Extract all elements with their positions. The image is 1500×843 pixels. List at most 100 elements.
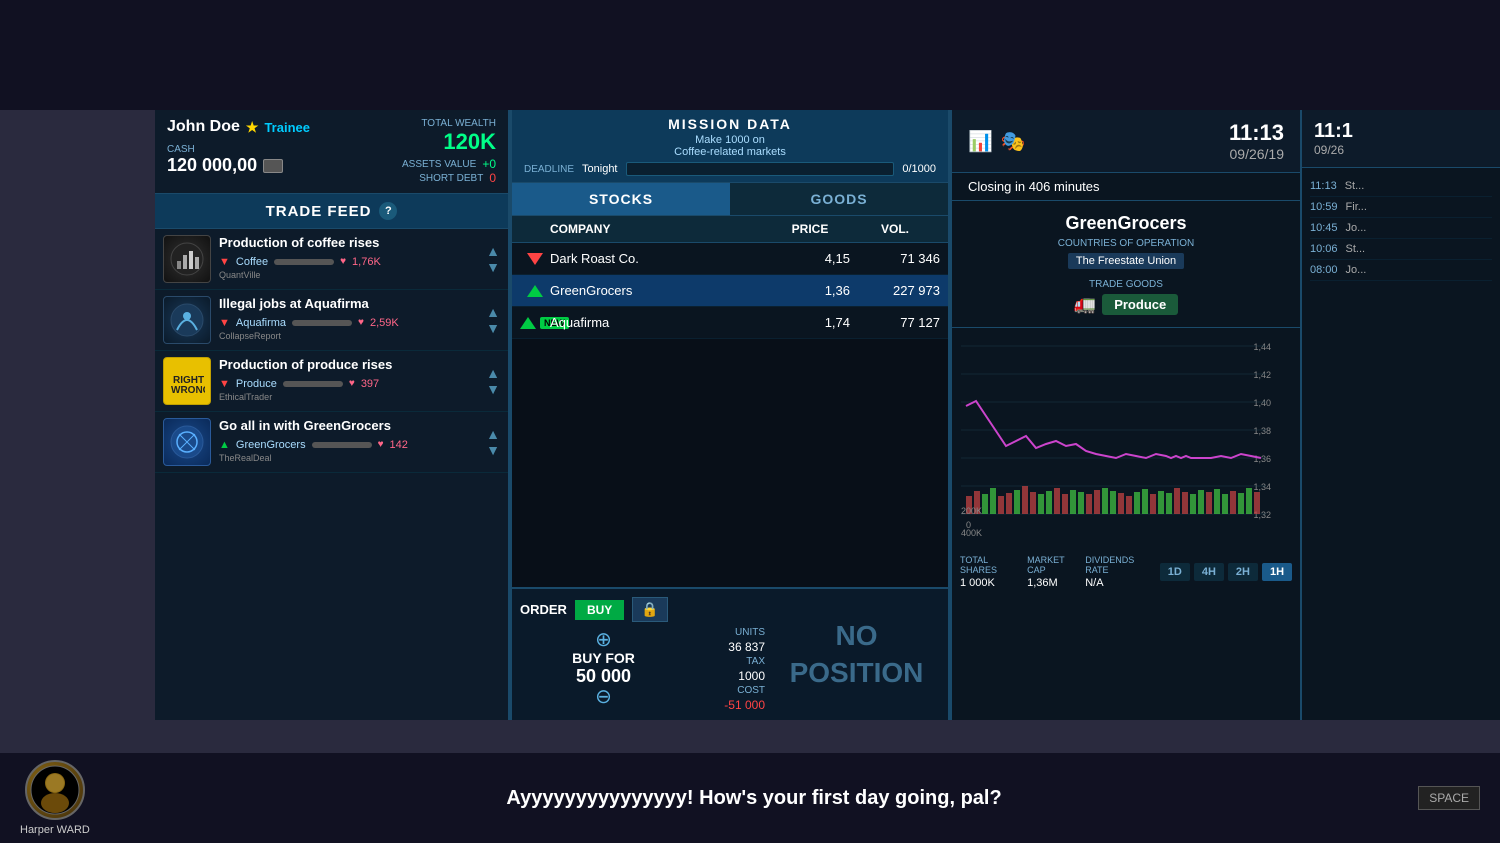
- activity-desc-2: Fir...: [1346, 201, 1367, 213]
- help-icon[interactable]: ?: [379, 202, 397, 220]
- table-row[interactable]: NEW Aquafirma 1,74 77 127: [512, 307, 948, 339]
- player-info: John Doe ★ Trainee CASH 120 000,00: [167, 118, 310, 176]
- clock-bar: 📊 🎭 11:13 09/26/19: [952, 110, 1300, 173]
- svg-text:1,34: 1,34: [1253, 482, 1271, 492]
- stock-name-2: GreenGrocers: [550, 283, 770, 298]
- stock-table-empty: [512, 339, 948, 587]
- trade-likes-1: 1,76K: [352, 256, 381, 268]
- trade-content-1: Production of coffee rises ▼ Coffee ♥ 1,…: [219, 235, 478, 283]
- activity-time-3: 10:45: [1310, 222, 1338, 234]
- upvote-btn-2[interactable]: ▲: [486, 305, 500, 319]
- list-item[interactable]: Go all in with GreenGrocers ▲ GreenGroce…: [155, 412, 508, 473]
- svg-text:1,36: 1,36: [1253, 454, 1271, 464]
- mask-icon: 🎭: [1001, 129, 1026, 154]
- stock-name-3: Aquafirma: [550, 315, 770, 330]
- downvote-btn-3[interactable]: ▼: [486, 382, 500, 396]
- list-item[interactable]: Production of coffee rises ▼ Coffee ♥ 1,…: [155, 229, 508, 290]
- timeframe-4h[interactable]: 4H: [1194, 563, 1224, 581]
- space-button[interactable]: SPACE: [1418, 786, 1480, 810]
- timeframe-2h[interactable]: 2H: [1228, 563, 1258, 581]
- chart-stat-shares: TOTAL SHARES 1 000K: [960, 555, 1027, 589]
- activity-time-5: 08:00: [1310, 264, 1338, 276]
- table-row[interactable]: Dark Roast Co. 4,15 71 346: [512, 243, 948, 275]
- activity-time-1: 11:13: [1310, 180, 1337, 192]
- closing-text: Closing in 406 minutes: [952, 173, 1300, 201]
- stock-trend-up-new: NEW: [520, 317, 550, 329]
- buy-button[interactable]: BUY: [575, 600, 624, 620]
- upvote-btn-1[interactable]: ▲: [486, 244, 500, 258]
- cash-value-row: 120 000,00: [167, 155, 310, 176]
- upvote-btn-3[interactable]: ▲: [486, 366, 500, 380]
- trade-details-3: ▼ Produce ♥ 397: [219, 378, 478, 390]
- wealth-section: TOTAL WEALTH 120K ASSETS VALUE +0 SHORT …: [402, 118, 496, 185]
- trade-ticker-1: Coffee: [236, 256, 268, 268]
- assets-row: ASSETS VALUE +0: [402, 157, 496, 171]
- trade-actions-3: ▲ ▼: [486, 357, 500, 405]
- list-item: 10:06 St...: [1310, 239, 1492, 260]
- market-cap-label: MARKET CAP: [1027, 555, 1085, 575]
- chart-stat-marketcap: MARKET CAP 1,36M: [1027, 555, 1085, 589]
- downvote-btn-2[interactable]: ▼: [486, 321, 500, 335]
- trade-goods-label: TRADE GOODS: [968, 279, 1284, 290]
- company-name: GreenGrocers: [968, 213, 1284, 234]
- progress-text: 0/1000: [902, 163, 936, 175]
- trade-source-4: TheRealDeal: [219, 453, 478, 463]
- cash-amount: 120 000,00: [167, 155, 257, 176]
- svg-text:400K: 400K: [961, 528, 982, 538]
- trade-logo-realdeal: [163, 418, 211, 466]
- downvote-btn-1[interactable]: ▼: [486, 260, 500, 274]
- timeframe-1h[interactable]: 1H: [1262, 563, 1292, 581]
- order-down-button[interactable]: ⊖: [595, 687, 612, 707]
- company-info: GreenGrocers COUNTRIES OF OPERATION The …: [952, 201, 1300, 328]
- mission-desc-line1: Make 1000 on: [695, 134, 765, 146]
- far-right-time: 11:1: [1314, 120, 1488, 143]
- upvote-btn-4[interactable]: ▲: [486, 427, 500, 441]
- far-right-panel: 11:1 09/26 11:13 St... 10:59 Fir... 10:4…: [1300, 110, 1500, 720]
- trade-content-2: Illegal jobs at Aquafirma ▼ Aquafirma ♥ …: [219, 296, 478, 344]
- trade-likes-3: 397: [361, 378, 379, 390]
- order-up-button[interactable]: ⊕: [595, 630, 612, 650]
- progress-bar-container: [626, 162, 895, 176]
- trade-likes-2: 2,59K: [370, 317, 399, 329]
- activity-list: 11:13 St... 10:59 Fir... 10:45 Jo... 10:…: [1302, 168, 1500, 289]
- dividends-label: DIVIDENDS RATE: [1085, 555, 1160, 575]
- trade-headline-4: Go all in with GreenGrocers: [219, 418, 478, 435]
- trade-bar-1: [274, 259, 334, 265]
- trade-details-2: ▼ Aquafirma ♥ 2,59K: [219, 317, 478, 329]
- clock-icons: 📊 🎭: [968, 129, 1026, 154]
- trade-bar-4: [312, 442, 372, 448]
- svg-text:200K: 200K: [961, 506, 982, 516]
- svg-text:WRONG: WRONG: [171, 385, 205, 396]
- mission-progress-row: DEADLINE Tonight 0/1000: [524, 162, 936, 176]
- chart-timeframes: 1D 4H 2H 1H: [1160, 563, 1292, 581]
- col-header-arrow: [520, 222, 550, 236]
- units-label: UNITS: [695, 627, 765, 638]
- activity-time-2: 10:59: [1310, 201, 1338, 213]
- trade-source-3: EthicalTrader: [219, 392, 478, 402]
- downvote-btn-4[interactable]: ▼: [486, 443, 500, 457]
- list-item[interactable]: RIGHT WRONG Production of produce rises …: [155, 351, 508, 412]
- stock-price-1: 4,15: [770, 251, 850, 266]
- tab-goods[interactable]: GOODS: [730, 183, 948, 215]
- tab-stocks[interactable]: STOCKS: [512, 183, 730, 215]
- avatar: [25, 760, 85, 820]
- company-country-container: The Freestate Union: [968, 249, 1284, 273]
- trade-content-3: Production of produce rises ▼ Produce ♥ …: [219, 357, 478, 405]
- heart-icon-3: ♥: [349, 378, 355, 389]
- chart-stats-row: TOTAL SHARES 1 000K MARKET CAP 1,36M DIV…: [960, 555, 1292, 589]
- lock-button[interactable]: 🔒: [632, 597, 667, 622]
- total-shares-value: 1 000K: [960, 577, 1027, 589]
- list-item[interactable]: Illegal jobs at Aquafirma ▼ Aquafirma ♥ …: [155, 290, 508, 351]
- col-header-company: COMPANY: [550, 222, 770, 236]
- svg-text:1,40: 1,40: [1253, 398, 1271, 408]
- timeframe-1d[interactable]: 1D: [1160, 563, 1190, 581]
- trade-ticker-3: Produce: [236, 378, 277, 390]
- debt-label: SHORT DEBT: [419, 173, 483, 184]
- trade-likes-4: 142: [390, 439, 408, 451]
- table-row[interactable]: GreenGrocers 1,36 227 973: [512, 275, 948, 307]
- player-name-row: John Doe ★ Trainee: [167, 118, 310, 136]
- stock-price-2: 1,36: [770, 283, 850, 298]
- trade-actions-4: ▲ ▼: [486, 418, 500, 466]
- debt-row: SHORT DEBT 0: [402, 171, 496, 185]
- avatar-name: Harper WARD: [20, 824, 90, 836]
